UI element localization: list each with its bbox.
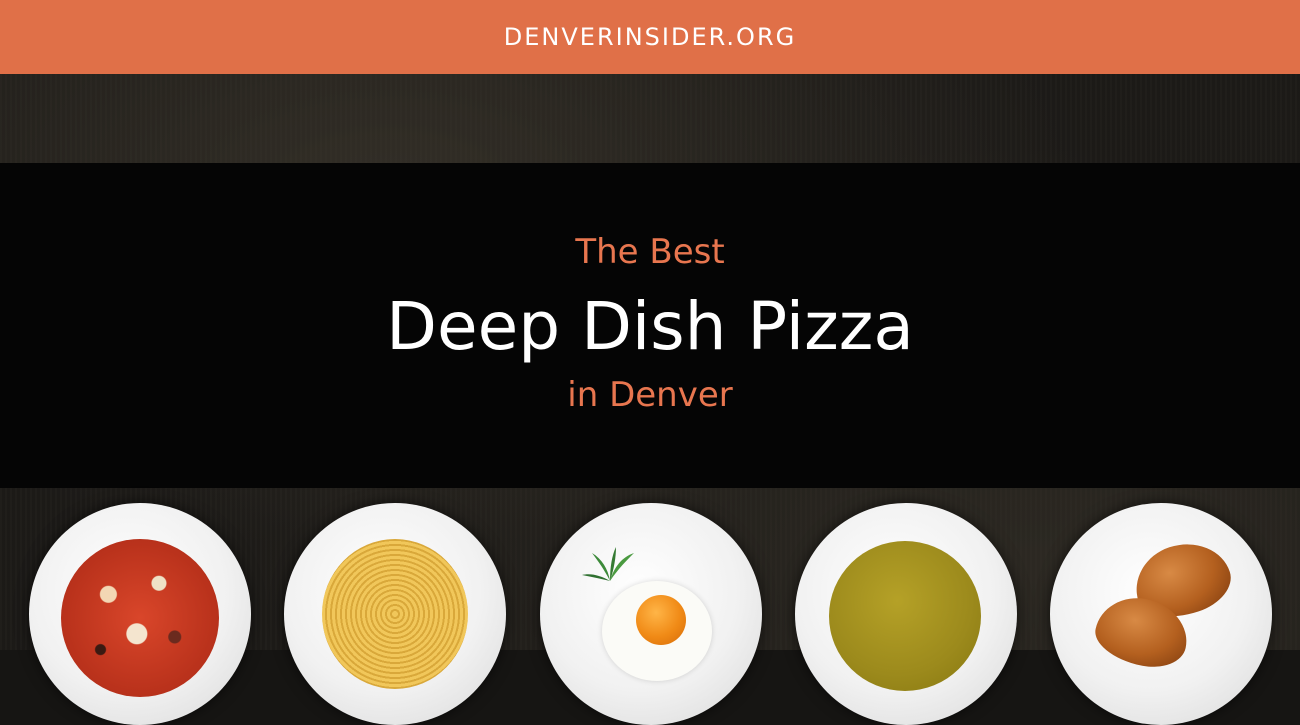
egg-yolk-image <box>636 595 686 645</box>
spaghetti-plate <box>284 503 506 725</box>
croissant-plate <box>1050 503 1272 725</box>
herb-leaves-icon <box>582 547 634 581</box>
food-plates-row <box>0 0 1300 725</box>
cream-soup-image <box>829 541 981 691</box>
minestrone-soup-image <box>61 539 219 697</box>
spaghetti-image <box>322 539 468 689</box>
fried-egg-plate <box>540 503 762 725</box>
cream-soup-plate <box>795 503 1017 725</box>
minestrone-soup-plate <box>29 503 251 725</box>
